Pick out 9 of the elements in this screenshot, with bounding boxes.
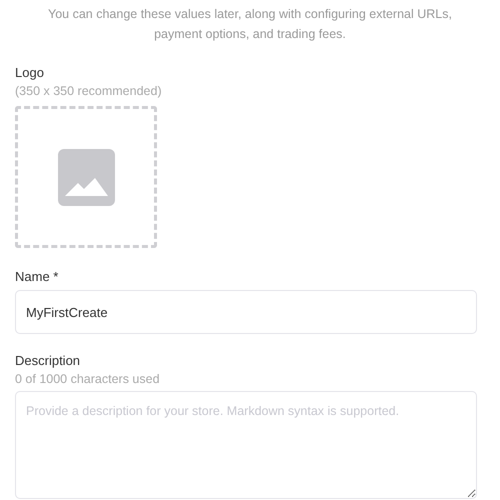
- name-field[interactable]: MyFirstCreate: [15, 290, 477, 334]
- name-label: Name *: [15, 268, 58, 286]
- logo-label: Logo: [15, 64, 44, 82]
- intro-text: You can change these values later, along with configuring external URLs, payment options, and trading fees.: [47, 6, 453, 43]
- description-hint: 0 of 1000 characters used: [15, 371, 160, 388]
- description-label: Description: [15, 352, 80, 370]
- image-icon: [58, 148, 114, 206]
- logo-hint: (350 x 350 recommended): [15, 83, 162, 100]
- logo-dropzone[interactable]: [15, 106, 157, 248]
